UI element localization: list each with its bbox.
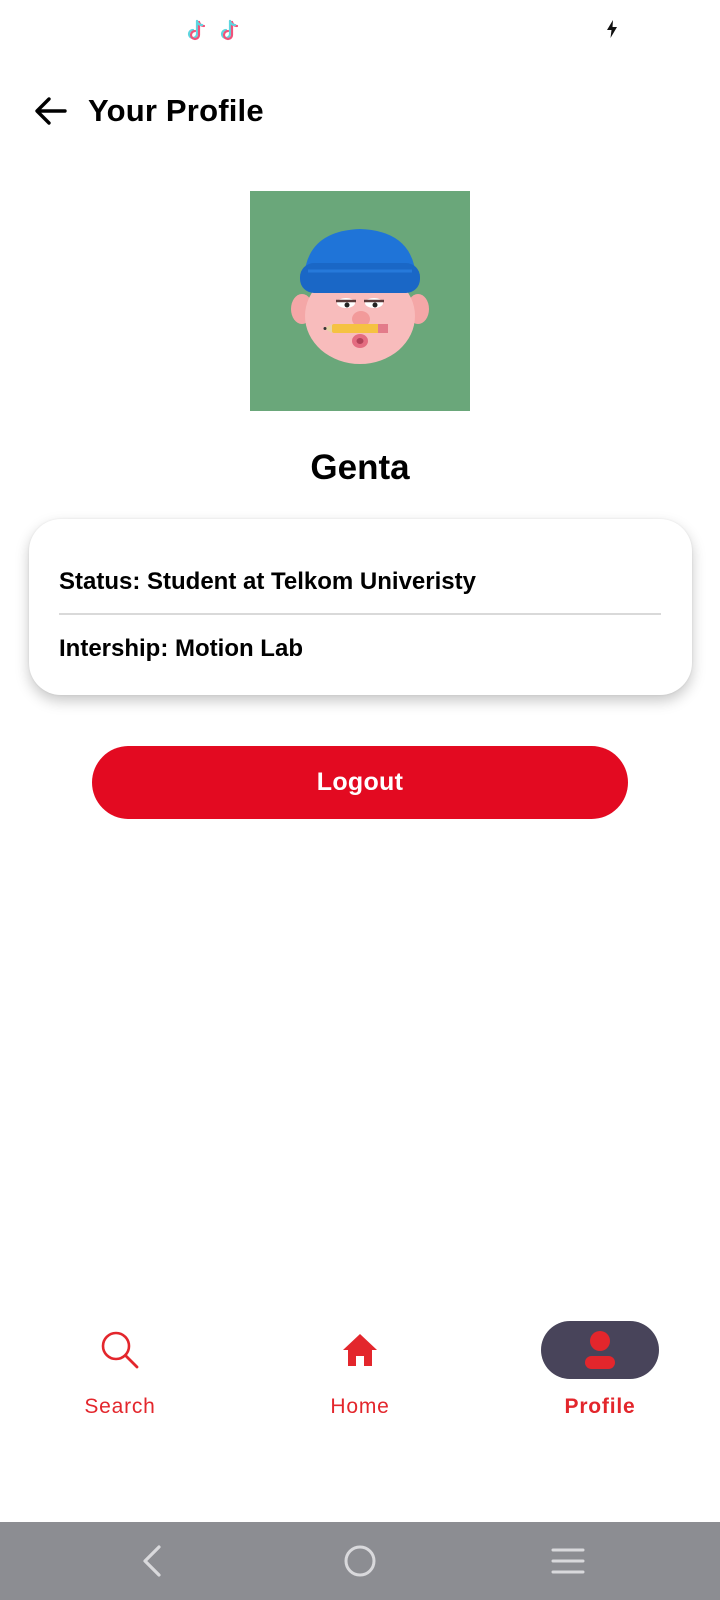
cartoon-avatar-illustration bbox=[291, 229, 429, 364]
back-chevron-icon bbox=[143, 1545, 161, 1577]
charging-bolt-icon bbox=[607, 20, 617, 38]
home-icon bbox=[343, 1334, 377, 1366]
system-recents-button[interactable] bbox=[548, 1541, 588, 1581]
home-circle-icon bbox=[344, 1545, 376, 1577]
arrow-left-icon bbox=[35, 97, 67, 125]
nav-label-home: Home bbox=[330, 1395, 390, 1418]
bottom-navigation: Search Home Profile bbox=[0, 1300, 720, 1440]
profile-info-card: Status: Student at Telkom Univeristy Int… bbox=[29, 519, 692, 695]
person-icon bbox=[585, 1331, 615, 1369]
nav-item-home[interactable]: Home bbox=[270, 1320, 450, 1430]
system-navigation-bar bbox=[0, 1522, 720, 1600]
avatar bbox=[250, 191, 470, 411]
status-text: Status: Student at Telkom Univeristy bbox=[59, 568, 476, 595]
divider bbox=[59, 613, 661, 615]
user-name: Genta bbox=[310, 448, 410, 487]
back-button[interactable] bbox=[30, 90, 72, 132]
internship-text: Intership: Motion Lab bbox=[59, 635, 303, 662]
status-bar bbox=[0, 0, 720, 60]
header: Your Profile bbox=[0, 80, 720, 142]
tiktok-icon bbox=[220, 19, 239, 41]
logout-button[interactable]: Logout bbox=[92, 746, 628, 819]
nav-label-profile: Profile bbox=[564, 1395, 636, 1418]
search-icon bbox=[101, 1331, 139, 1369]
system-home-button[interactable] bbox=[340, 1541, 380, 1581]
nav-item-search[interactable]: Search bbox=[30, 1320, 210, 1430]
page-title: Your Profile bbox=[88, 93, 264, 128]
recents-menu-icon bbox=[551, 1548, 585, 1574]
nav-item-profile[interactable]: Profile bbox=[510, 1320, 690, 1430]
system-back-button[interactable] bbox=[132, 1541, 172, 1581]
nav-label-search: Search bbox=[84, 1395, 156, 1418]
tiktok-icon bbox=[187, 19, 206, 41]
